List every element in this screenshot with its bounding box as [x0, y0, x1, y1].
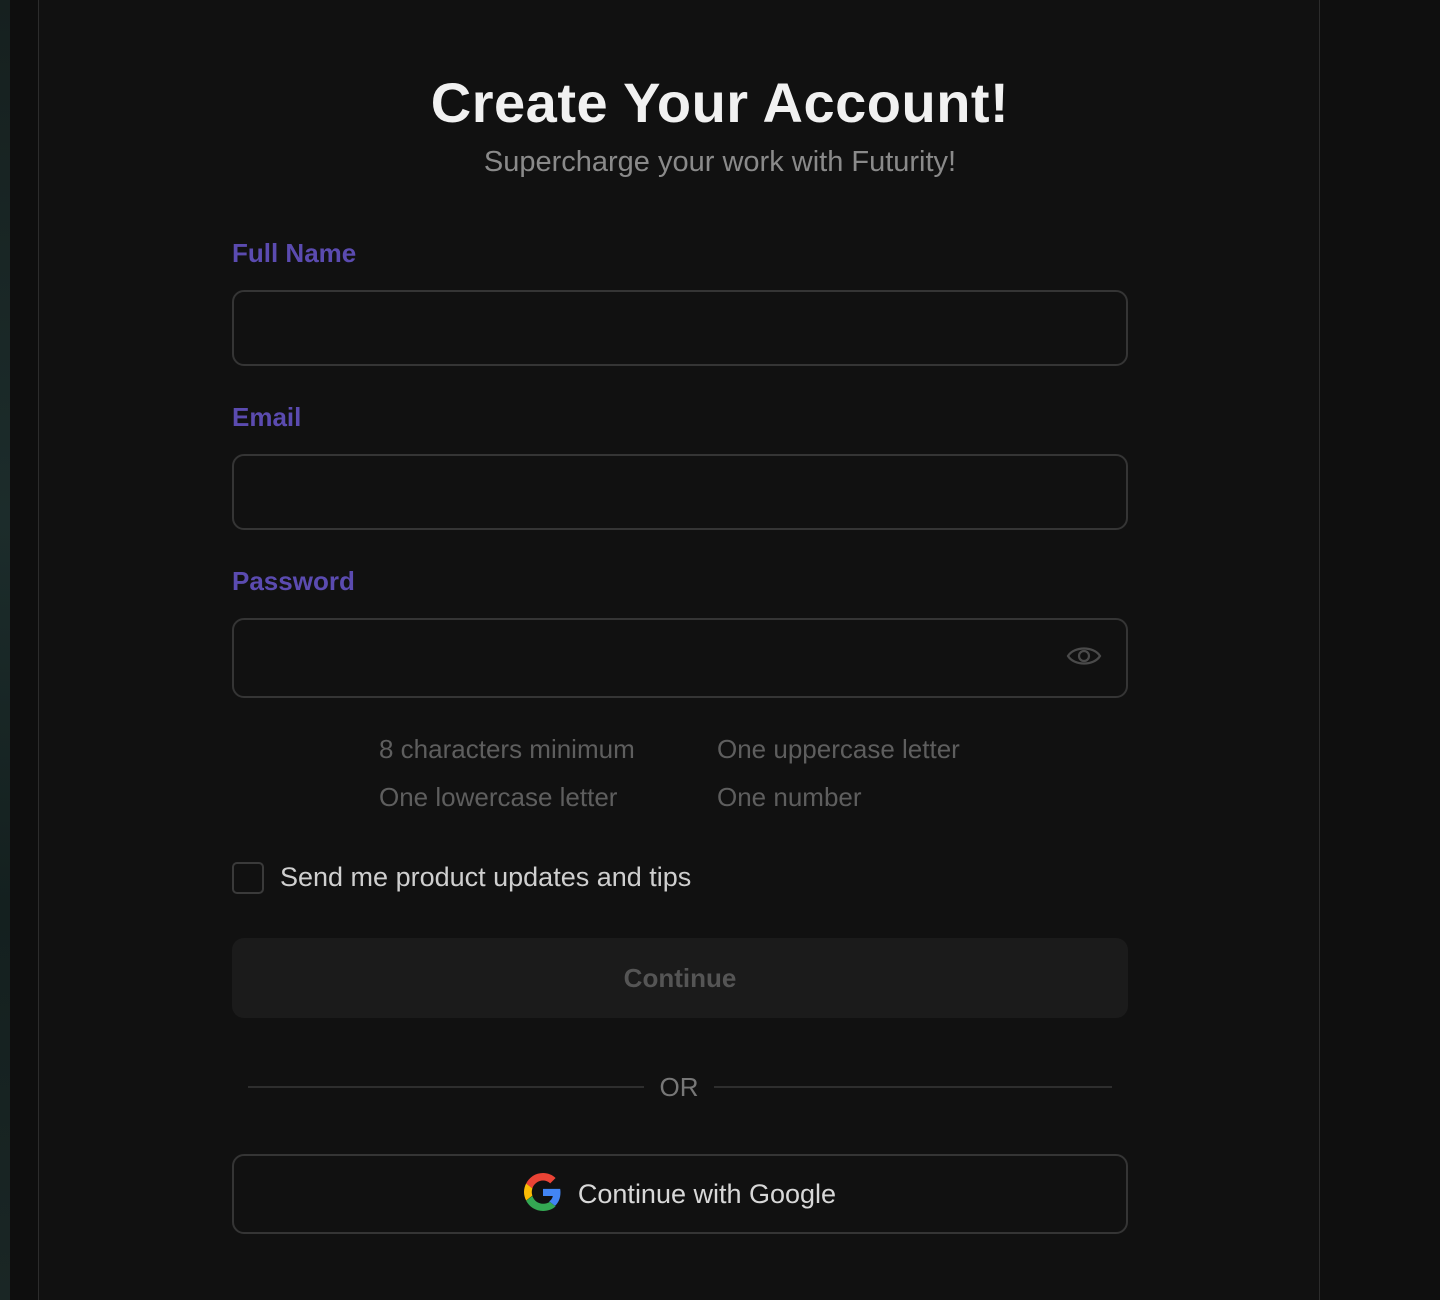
password-input[interactable]: [232, 618, 1128, 698]
eye-icon: [1066, 642, 1102, 675]
requirement-number: One number: [717, 782, 862, 812]
page-title: Create Your Account!: [430, 71, 1010, 134]
email-input[interactable]: [232, 454, 1128, 530]
full-name-label: Full Name: [232, 238, 357, 268]
page-subtitle: Supercharge your work with Futurity!: [483, 146, 957, 178]
requirement-uppercase: One uppercase letter: [717, 734, 960, 764]
requirement-min-length: 8 characters minimum: [379, 734, 635, 764]
requirement-lowercase: One lowercase letter: [379, 782, 618, 812]
updates-checkbox-label[interactable]: Send me product updates and tips: [280, 862, 691, 893]
divider-line-right: [714, 1086, 1112, 1088]
divider-text: OR: [659, 1072, 699, 1102]
google-icon: [523, 1172, 562, 1216]
google-button-label: Continue with Google: [577, 1178, 837, 1209]
background-gap: [10, 0, 39, 1300]
google-signin-button[interactable]: Continue with Google: [232, 1154, 1128, 1234]
full-name-input[interactable]: [232, 290, 1128, 366]
updates-checkbox[interactable]: [232, 862, 264, 894]
signup-page: Create Your Account! Supercharge your wo…: [0, 0, 1440, 1300]
password-label: Password: [232, 566, 355, 596]
background-strip: [0, 0, 10, 1300]
password-visibility-toggle[interactable]: [1064, 640, 1104, 676]
email-label: Email: [232, 402, 302, 432]
continue-button[interactable]: Continue: [232, 938, 1128, 1018]
background-gap-right: [1320, 0, 1440, 1300]
divider-line-left: [248, 1086, 644, 1088]
